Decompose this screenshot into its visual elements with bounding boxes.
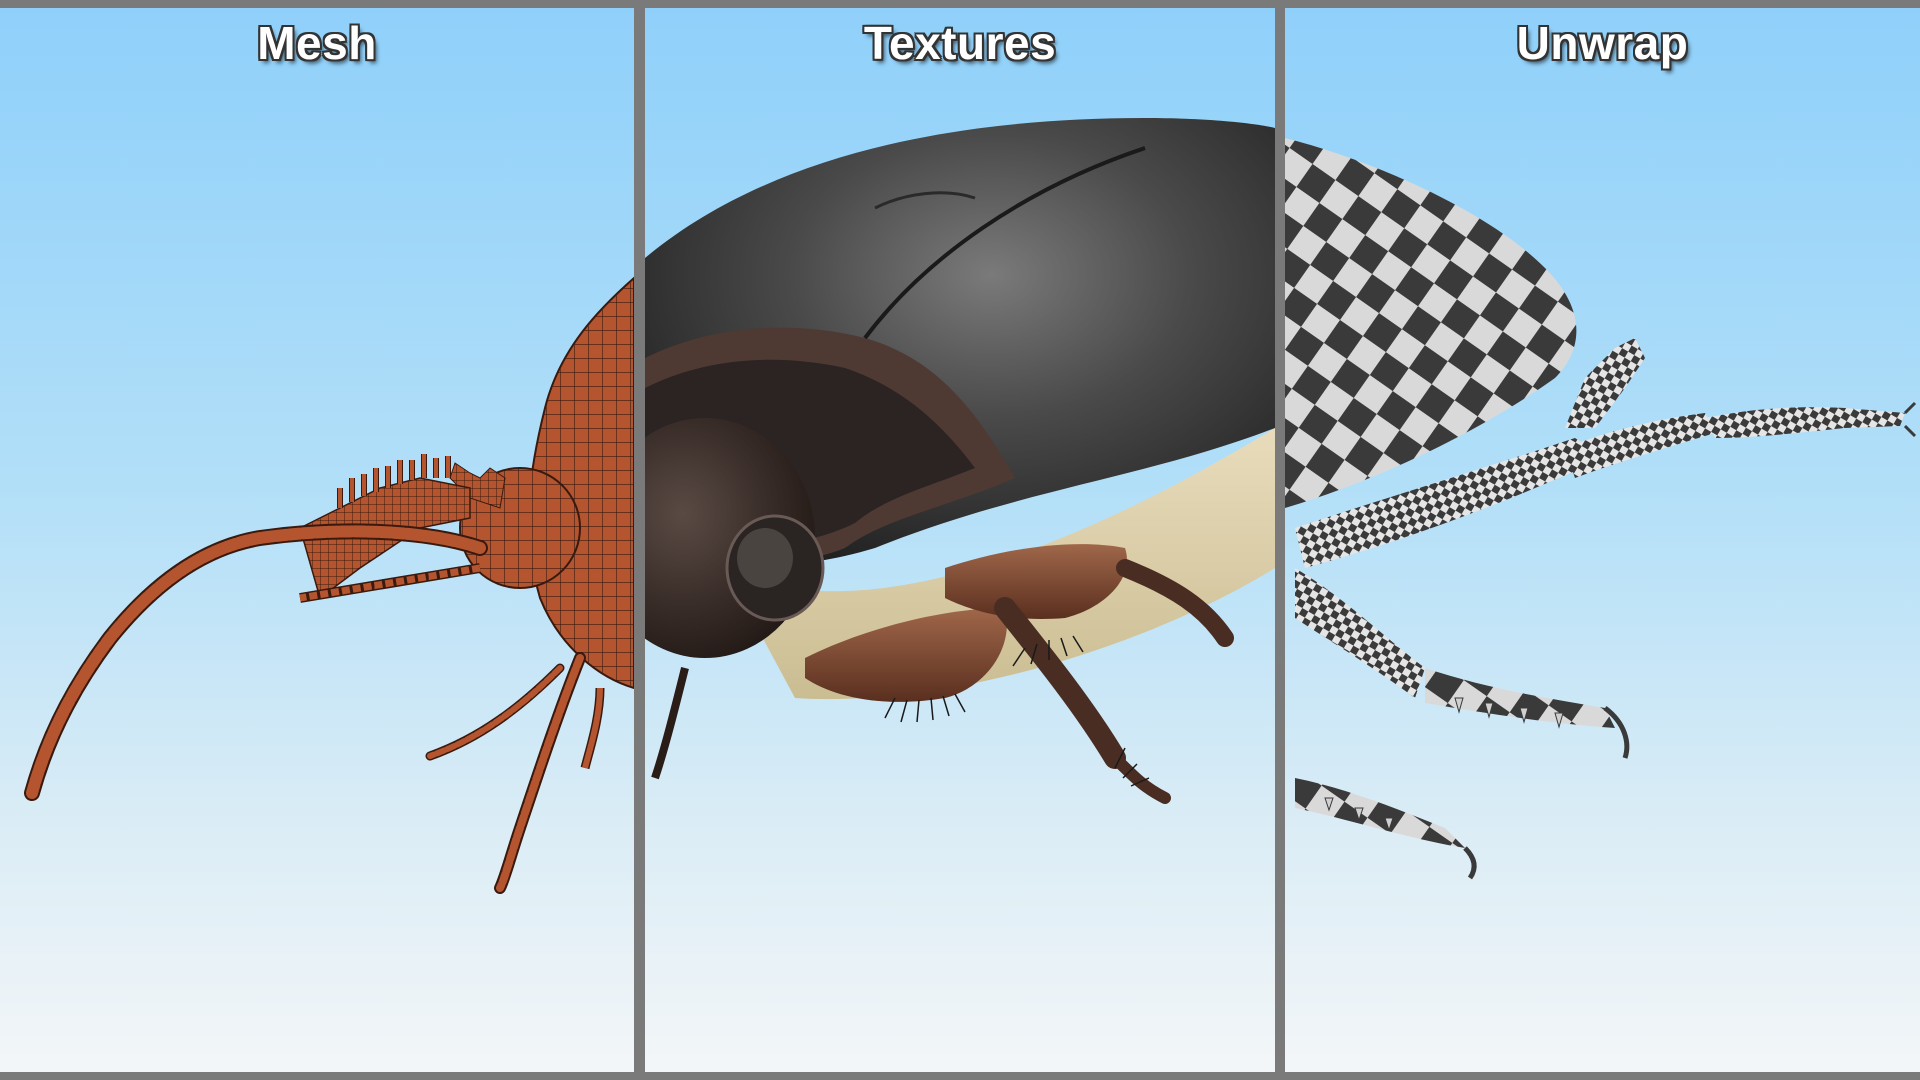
textured-beetle-render <box>645 118 1275 804</box>
uv-checker-beetle-render <box>1285 138 1917 880</box>
panel-divider <box>634 0 645 1080</box>
mesh-panel: Mesh <box>0 8 634 1072</box>
mesh-panel-title: Mesh <box>257 17 377 69</box>
textures-panel: Textures <box>645 8 1275 1072</box>
unwrap-panel-title: Unwrap <box>1516 17 1689 69</box>
unwrap-panel: Unwrap <box>1285 8 1920 1072</box>
textures-panel-title: Textures <box>863 17 1057 69</box>
mesh-beetle-render <box>24 276 634 894</box>
